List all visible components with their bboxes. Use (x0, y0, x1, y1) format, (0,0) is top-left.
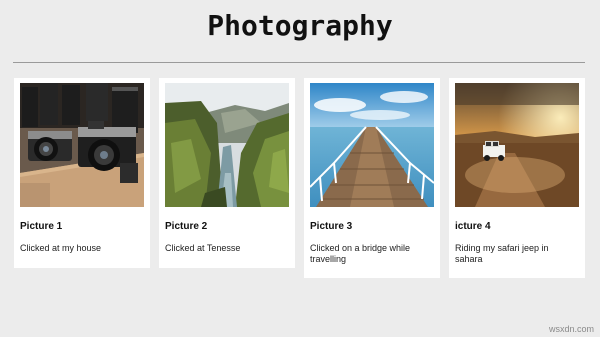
card-caption: Clicked at my house (20, 243, 102, 253)
mossy-canyon-photo[interactable] (165, 83, 289, 207)
card-title: icture 4 (455, 221, 491, 232)
card-title: Picture 2 (165, 221, 208, 232)
card-caption: Clicked on a bridge while travelling (310, 243, 411, 264)
page-title: Photography (207, 9, 393, 42)
title-divider (13, 62, 585, 63)
wooden-pier-photo[interactable] (310, 83, 434, 207)
gallery-card-2[interactable]: Picture 2 Clicked at Tenesse (159, 78, 295, 268)
gallery-card-4[interactable]: icture 4 Riding my safari jeep in sahara (449, 78, 585, 278)
card-title: Picture 3 (310, 221, 353, 232)
vintage-cameras-photo[interactable] (20, 83, 144, 207)
watermark: wsxdn.com (548, 324, 594, 334)
desert-jeep-photo[interactable] (455, 83, 579, 207)
card-caption: Riding my safari jeep in sahara (455, 243, 549, 264)
gallery-card-3[interactable]: Picture 3 Clicked on a bridge while trav… (304, 78, 440, 278)
gallery-card-1[interactable]: Picture 1 Clicked at my house (14, 78, 150, 268)
card-title: Picture 1 (20, 221, 63, 232)
card-caption: Clicked at Tenesse (165, 243, 241, 253)
